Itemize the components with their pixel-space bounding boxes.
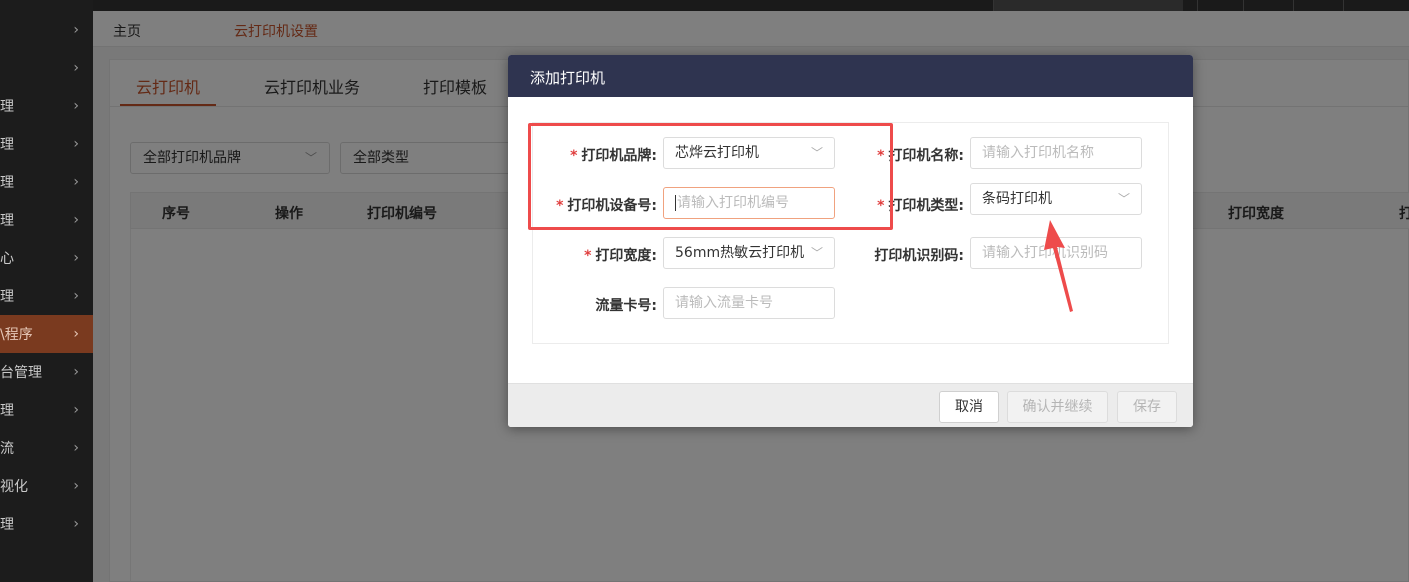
sidebar-item[interactable]: 理 › (0, 505, 93, 543)
top-bar (93, 0, 1409, 11)
arrow-annotation-icon (1044, 220, 1073, 312)
sidebar-item[interactable]: 流 › (0, 429, 93, 467)
chevron-right-icon: › (73, 516, 79, 532)
printer-ident-code-label: 打印机识别码: (874, 248, 964, 264)
chevron-right-icon: › (73, 478, 79, 494)
top-bar-divider (1293, 0, 1294, 11)
chevron-down-icon: ﹀ (810, 246, 823, 260)
required-mark: * (584, 248, 592, 264)
top-bar-divider (1197, 0, 1198, 11)
chevron-right-icon: › (73, 60, 79, 76)
chevron-right-icon: › (73, 288, 79, 304)
dialog-title: 添加打印机 (530, 69, 606, 87)
sidebar-item[interactable]: 理 › (0, 391, 93, 429)
top-bar-search[interactable] (993, 0, 1183, 11)
chevron-right-icon: › (73, 402, 79, 418)
chevron-right-icon: › (73, 440, 79, 456)
add-printer-dialog: 添加打印机 * 打印机品牌: 芯烨云打印机 ﹀ * 打印机名称: 请输入打印机名称 … (508, 55, 1193, 427)
highlight-box-annotation (528, 123, 893, 230)
printer-type-select[interactable]: 条码打印机 ﹀ (970, 183, 1142, 215)
chevron-right-icon: › (73, 98, 79, 114)
chevron-right-icon: › (73, 212, 79, 228)
top-bar-divider (1343, 0, 1344, 11)
dialog-footer: 取消 确认并继续 保存 (508, 383, 1193, 427)
sidebar-item[interactable]: › (0, 11, 93, 49)
printer-name-input[interactable]: 请输入打印机名称 (970, 137, 1142, 169)
save-button[interactable]: 保存 (1117, 391, 1177, 423)
sidebar-item[interactable]: 理 › (0, 277, 93, 315)
sidebar-item[interactable]: 理 › (0, 201, 93, 239)
chevron-right-icon: › (73, 326, 79, 342)
flow-card-label: 流量卡号: (595, 298, 657, 314)
top-bar-divider (1243, 0, 1244, 11)
chevron-right-icon: › (73, 250, 79, 266)
sidebar-item[interactable]: 台管理 › (0, 353, 93, 391)
flow-card-input[interactable]: 请输入流量卡号 (663, 287, 835, 319)
sidebar-item[interactable]: 理 › (0, 125, 93, 163)
sidebar-item[interactable]: 视化 › (0, 467, 93, 505)
chevron-right-icon: › (73, 22, 79, 38)
cancel-button[interactable]: 取消 (939, 391, 999, 423)
sidebar: › › 理 › 理 › 理 › 理 › 心 › 理 › \程序 › 台管理 › 理 › 流 › 视化… (0, 0, 93, 582)
chevron-right-icon: › (73, 364, 79, 380)
chevron-right-icon: › (73, 136, 79, 152)
print-width-label: * 打印宽度: (584, 248, 657, 264)
sidebar-item[interactable]: › (0, 49, 93, 87)
dialog-header: 添加打印机 (508, 55, 1193, 97)
confirm-continue-button[interactable]: 确认并继续 (1007, 391, 1108, 423)
chevron-right-icon: › (73, 174, 79, 190)
print-width-select[interactable]: 56mm热敏云打印机 ﹀ (663, 237, 835, 269)
sidebar-item-active[interactable]: \程序 › (0, 315, 93, 353)
sidebar-item[interactable]: 心 › (0, 239, 93, 277)
sidebar-item[interactable]: 理 › (0, 163, 93, 201)
sidebar-item[interactable]: 理 › (0, 87, 93, 125)
chevron-down-icon: ﹀ (1117, 192, 1130, 206)
